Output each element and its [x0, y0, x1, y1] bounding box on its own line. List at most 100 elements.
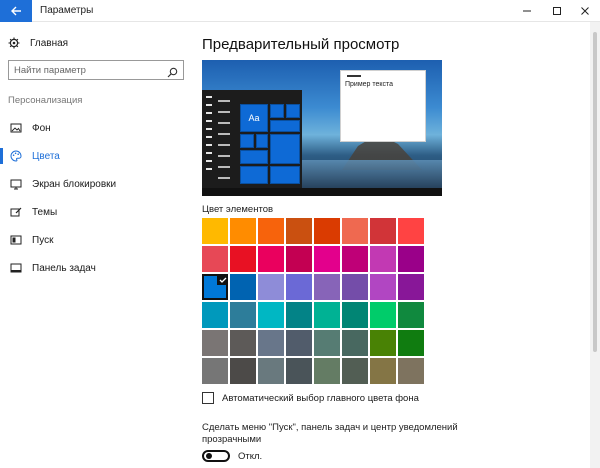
- preview-tile: [256, 134, 268, 148]
- checkmark-icon: [217, 274, 228, 285]
- transparency-toggle[interactable]: [202, 450, 230, 462]
- minimize-icon: [523, 10, 531, 12]
- transparency-toggle-row[interactable]: Откл.: [202, 450, 262, 462]
- accent-color-swatch[interactable]: [258, 274, 284, 300]
- sidebar-item-taskbar[interactable]: Панель задач: [0, 254, 192, 282]
- accent-color-swatch[interactable]: [370, 274, 396, 300]
- accent-color-swatch[interactable]: [258, 218, 284, 244]
- accent-color-swatch[interactable]: [398, 330, 424, 356]
- preview-sample-window: Пример текста: [340, 70, 426, 142]
- accent-colors-title: Цвет элементов: [202, 204, 274, 215]
- preview-tile: [270, 104, 284, 118]
- sidebar-item-colors[interactable]: Цвета: [0, 142, 192, 170]
- accent-color-swatch[interactable]: [230, 246, 256, 272]
- accent-color-swatch[interactable]: [202, 218, 228, 244]
- accent-color-swatch[interactable]: [342, 274, 368, 300]
- close-button[interactable]: [570, 0, 600, 22]
- accent-color-swatch[interactable]: [342, 218, 368, 244]
- accent-color-swatch[interactable]: [258, 358, 284, 384]
- sidebar-item-label: Темы: [32, 206, 58, 218]
- preview-taskbar: [202, 188, 442, 196]
- sidebar-item-background[interactable]: Фон: [0, 114, 192, 142]
- section-label-personalization: Персонализация: [8, 95, 83, 106]
- maximize-button[interactable]: [542, 0, 572, 22]
- accent-color-swatch[interactable]: [342, 302, 368, 328]
- accent-color-swatch[interactable]: [202, 330, 228, 356]
- preview-tile: [270, 166, 300, 184]
- accent-color-swatch[interactable]: [202, 246, 228, 272]
- accent-color-swatch[interactable]: [398, 358, 424, 384]
- preview-start-rail: [206, 96, 214, 192]
- sidebar-item-lock-screen[interactable]: Экран блокировки: [0, 170, 192, 198]
- preview-sample-text: Пример текста: [345, 81, 394, 88]
- title-bar: Параметры: [0, 0, 600, 22]
- auto-color-option[interactable]: Автоматический выбор главного цвета фона: [202, 392, 419, 404]
- image-icon: [10, 122, 22, 134]
- taskbar-icon: [10, 262, 22, 274]
- accent-color-swatch[interactable]: [286, 358, 312, 384]
- accent-color-swatch[interactable]: [230, 358, 256, 384]
- preview-tile: [240, 150, 268, 164]
- accent-color-swatch[interactable]: [370, 302, 396, 328]
- accent-color-swatch[interactable]: [230, 218, 256, 244]
- preview-tile-aa: Aa: [240, 104, 268, 132]
- accent-color-swatch[interactable]: [398, 246, 424, 272]
- accent-color-swatch[interactable]: [314, 358, 340, 384]
- toggle-knob: [206, 453, 212, 459]
- accent-color-swatch[interactable]: [314, 274, 340, 300]
- accent-color-swatch[interactable]: [202, 274, 228, 300]
- accent-color-swatch[interactable]: [286, 330, 312, 356]
- accent-color-swatch[interactable]: [370, 358, 396, 384]
- accent-color-swatch[interactable]: [230, 302, 256, 328]
- accent-color-swatch[interactable]: [370, 246, 396, 272]
- accent-color-swatch[interactable]: [258, 246, 284, 272]
- accent-color-swatch[interactable]: [370, 330, 396, 356]
- accent-color-swatch[interactable]: [314, 246, 340, 272]
- accent-color-swatch[interactable]: [342, 358, 368, 384]
- sidebar-item-start[interactable]: Пуск: [0, 226, 192, 254]
- accent-color-swatch[interactable]: [258, 302, 284, 328]
- theme-preview: Aa Пример текста: [202, 60, 442, 196]
- window-title: Параметры: [40, 5, 94, 16]
- accent-color-swatch[interactable]: [286, 302, 312, 328]
- sidebar-item-themes[interactable]: Темы: [0, 198, 192, 226]
- accent-color-swatch[interactable]: [202, 302, 228, 328]
- accent-color-swatch[interactable]: [398, 274, 424, 300]
- auto-color-checkbox[interactable]: [202, 392, 214, 404]
- preview-tile: [270, 120, 300, 132]
- accent-color-swatch[interactable]: [202, 358, 228, 384]
- sidebar-item-label: Экран блокировки: [32, 178, 117, 190]
- accent-color-swatch[interactable]: [314, 302, 340, 328]
- sidebar-item-label: Панель задач: [32, 262, 96, 274]
- accent-color-swatch[interactable]: [258, 330, 284, 356]
- search-icon[interactable]: [167, 65, 178, 78]
- search-box[interactable]: [8, 60, 184, 80]
- accent-color-swatch[interactable]: [286, 274, 312, 300]
- accent-color-swatch[interactable]: [286, 246, 312, 272]
- accent-color-swatch[interactable]: [370, 218, 396, 244]
- accent-color-swatch[interactable]: [342, 330, 368, 356]
- scrollbar-thumb[interactable]: [593, 32, 597, 352]
- preview-tile: [240, 166, 268, 184]
- search-input[interactable]: [14, 64, 164, 77]
- minimize-button[interactable]: [512, 0, 542, 22]
- accent-color-swatch[interactable]: [286, 218, 312, 244]
- auto-color-label: Автоматический выбор главного цвета фона: [222, 392, 419, 404]
- accent-color-swatch[interactable]: [230, 274, 256, 300]
- palette-icon: [10, 150, 22, 162]
- accent-color-swatch[interactable]: [398, 218, 424, 244]
- preview-sample-bar: [347, 75, 361, 77]
- preview-start-list: [218, 100, 236, 196]
- start-icon: [10, 234, 22, 246]
- accent-color-swatch[interactable]: [398, 302, 424, 328]
- back-button[interactable]: [0, 0, 32, 22]
- sidebar: Главная Персонализация Фон Цвета Экран б…: [0, 22, 192, 468]
- scrollbar[interactable]: [590, 22, 600, 468]
- accent-color-swatch[interactable]: [314, 218, 340, 244]
- maximize-icon: [553, 7, 561, 15]
- accent-color-swatch[interactable]: [314, 330, 340, 356]
- gear-icon: [8, 37, 20, 49]
- accent-color-swatch[interactable]: [230, 330, 256, 356]
- nav-home[interactable]: Главная: [8, 34, 68, 52]
- accent-color-swatch[interactable]: [342, 246, 368, 272]
